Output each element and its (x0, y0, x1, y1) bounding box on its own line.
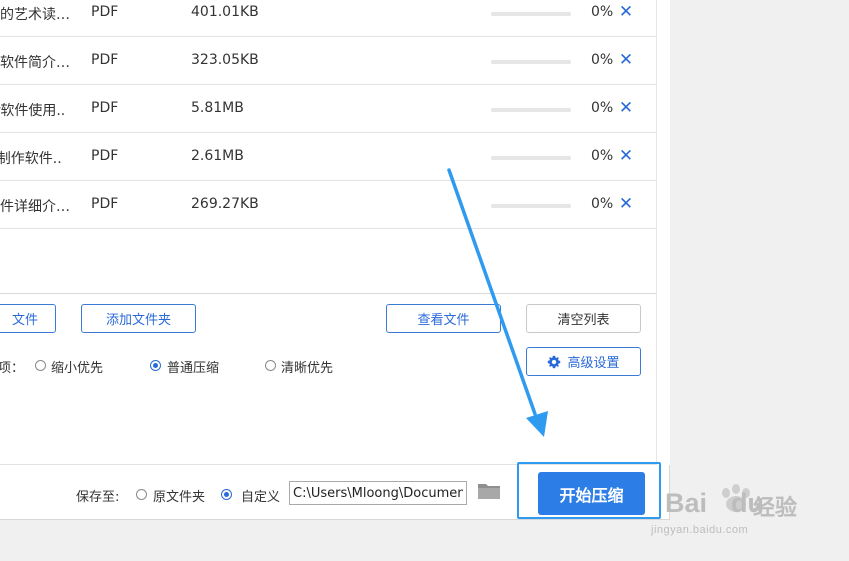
file-name: 软件详细介… (0, 199, 70, 215)
save-radio-custom[interactable] (221, 489, 232, 500)
watermark-brand: Bai du (665, 488, 765, 518)
option-label-clear[interactable]: 清晰优先 (281, 357, 333, 376)
close-icon[interactable]: ✕ (618, 2, 634, 22)
table-row[interactable]: 软件详细介… PDF 269.27KB 0% ✕ (0, 181, 656, 229)
view-files-label: 查看文件 (417, 313, 470, 328)
option-radio-clear[interactable] (265, 360, 276, 371)
progress-bar (491, 108, 571, 112)
file-type: PDF (91, 196, 119, 212)
file-type: PDF (91, 52, 119, 68)
table-row[interactable]: ar软件使用.. PDF 5.81MB 0% ✕ (0, 85, 656, 133)
close-icon[interactable]: ✕ (618, 98, 634, 118)
file-type: PDF (91, 4, 119, 20)
progress-percent: 0% (591, 52, 614, 68)
advanced-settings-label: 高级设置 (567, 356, 620, 371)
save-radio-original[interactable] (136, 489, 147, 500)
table-row[interactable]: 编软件简介… PDF 323.05KB 0% ✕ (0, 37, 656, 85)
table-row[interactable]: D制作软件.. PDF 2.61MB 0% ✕ (0, 133, 656, 181)
file-name: ar软件使用.. (0, 103, 66, 119)
close-icon[interactable]: ✕ (618, 194, 634, 214)
progress-bar (491, 156, 571, 160)
start-compress-button[interactable]: 开始压缩 (538, 472, 645, 515)
clear-list-button[interactable]: 清空列表 (526, 304, 641, 333)
file-list: 开的艺术读… PDF 401.01KB 0% ✕ 编软件简介… PDF 323.… (0, 0, 656, 294)
progress-percent: 0% (591, 4, 614, 20)
progress-percent: 0% (591, 148, 614, 164)
table-row[interactable]: 开的艺术读… PDF 401.01KB 0% ✕ (0, 0, 656, 37)
start-compress-label: 开始压缩 (559, 485, 624, 505)
add-file-button[interactable]: 文件 (0, 304, 56, 333)
file-size: 401.01KB (191, 4, 259, 20)
compress-panel: 开的艺术读… PDF 401.01KB 0% ✕ 编软件简介… PDF 323.… (0, 0, 670, 520)
file-type: PDF (91, 148, 119, 164)
save-path-input[interactable] (289, 481, 467, 505)
file-name: 开的艺术读… (0, 7, 70, 23)
progress-percent: 0% (591, 196, 614, 212)
options-prefix: 项： (0, 361, 25, 376)
gear-icon (548, 355, 561, 368)
save-to-label: 保存至: (76, 490, 120, 505)
save-custom-label[interactable]: 自定义 (241, 486, 280, 505)
advanced-settings-button[interactable]: 高级设置 (526, 347, 641, 376)
view-files-button[interactable]: 查看文件 (386, 304, 501, 333)
file-name: 编软件简介… (0, 55, 70, 71)
option-label-smaller[interactable]: 缩小优先 (51, 357, 103, 376)
file-size: 2.61MB (191, 148, 244, 164)
add-file-label: 文件 (11, 313, 38, 328)
close-icon[interactable]: ✕ (618, 50, 634, 70)
close-icon[interactable]: ✕ (618, 146, 634, 166)
file-type: PDF (91, 100, 119, 116)
option-label-normal[interactable]: 普通压缩 (167, 357, 219, 376)
option-radio-smaller[interactable] (35, 360, 46, 371)
watermark-cn: 经验 (753, 496, 798, 521)
file-size: 323.05KB (191, 52, 259, 68)
file-size: 5.81MB (191, 100, 244, 116)
option-radio-normal[interactable] (150, 360, 161, 371)
add-folder-button[interactable]: 添加文件夹 (81, 304, 196, 333)
progress-bar (491, 60, 571, 64)
progress-bar (491, 12, 571, 16)
progress-percent: 0% (591, 100, 614, 116)
vertical-scrollbar[interactable] (656, 0, 670, 465)
clear-list-label: 清空列表 (557, 313, 610, 328)
file-size: 269.27KB (191, 196, 259, 212)
folder-icon[interactable] (477, 481, 501, 501)
add-folder-label: 添加文件夹 (105, 313, 171, 328)
file-name: D制作软件.. (0, 151, 62, 167)
save-original-label[interactable]: 原文件夹 (153, 486, 205, 505)
watermark-url: jingyan.baidu.com (651, 524, 749, 536)
progress-bar (491, 204, 571, 208)
